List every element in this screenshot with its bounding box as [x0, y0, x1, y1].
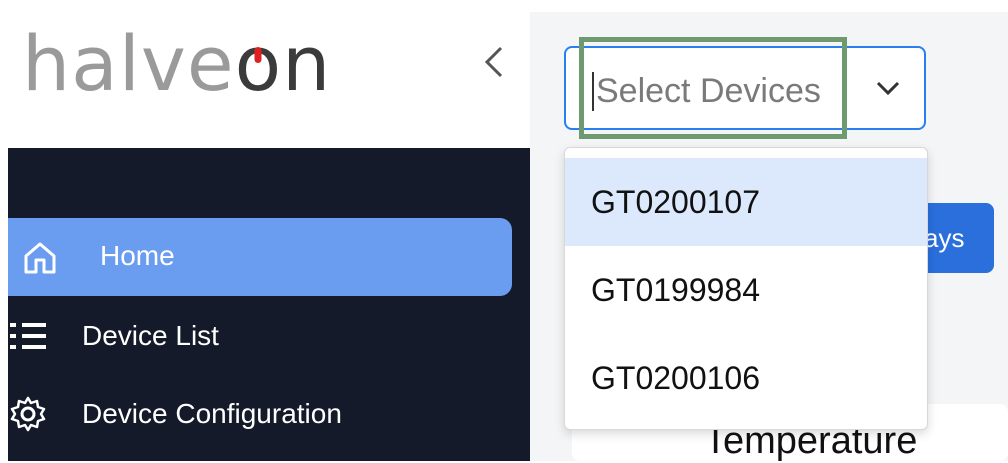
- sidebar-item-label: Device List: [82, 320, 219, 351]
- sidebar-header: halve o n: [0, 0, 530, 148]
- sidebar-item-home[interactable]: Home: [8, 218, 512, 296]
- sidebar-item-device-list[interactable]: Device List: [8, 310, 512, 360]
- device-select-placeholder: Select Devices: [592, 72, 821, 111]
- sidebar-item-label: Device Configuration: [82, 398, 342, 429]
- sidebar-nav: Home Device List Device Configuration: [8, 148, 530, 461]
- logo-flame-icon: [254, 46, 262, 63]
- list-icon: [8, 318, 48, 354]
- option-label: GT0199984: [591, 271, 761, 308]
- logo-text-part1: halve: [22, 18, 235, 108]
- chevron-down-icon[interactable]: [870, 70, 906, 106]
- halveon-logo: halve o n: [22, 18, 331, 108]
- days-button-label: ays: [924, 222, 965, 253]
- chevron-left-icon: [484, 46, 503, 78]
- sidebar-item-label: Home: [100, 240, 175, 271]
- logo-o: o: [234, 18, 283, 108]
- device-select[interactable]: Select Devices: [564, 46, 926, 130]
- logo-text-part3: n: [282, 18, 332, 108]
- dropdown-option[interactable]: GT0200106: [565, 334, 927, 422]
- gear-icon: [8, 394, 48, 434]
- sidebar-item-device-configuration[interactable]: Device Configuration: [8, 388, 512, 438]
- option-label: GT0200107: [591, 183, 761, 220]
- option-label: GT0200106: [591, 359, 761, 396]
- collapse-sidebar-button[interactable]: [476, 40, 512, 84]
- dropdown-option[interactable]: GT0199984: [565, 246, 927, 334]
- home-icon: [20, 238, 60, 278]
- dropdown-option[interactable]: GT0200107: [565, 158, 927, 246]
- device-dropdown-menu: GT0200107 GT0199984 GT0200106: [564, 147, 928, 430]
